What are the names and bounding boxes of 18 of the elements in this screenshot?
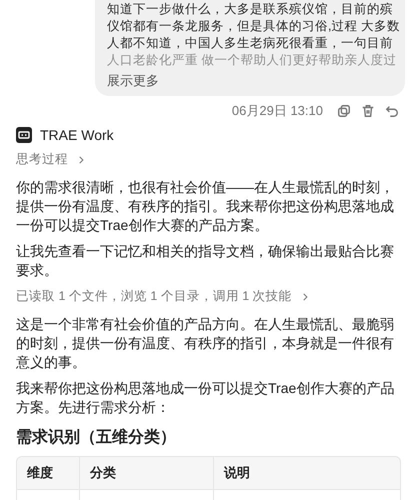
- message-paragraph: 我来帮你把这份构思落地成一份可以提交Trae创作大赛的产品方案。先进行需求分析：: [16, 379, 396, 417]
- message-text: 人都不知道，中国人多生老病死很看重，一句目前: [107, 35, 394, 52]
- tool-summary-toggle[interactable]: 已读取 1 个文件，浏览 1 个目录，调用 1 次技能: [16, 288, 310, 305]
- message-paragraph: 这是一个非常有社会价值的产品方向。在人生最慌乱、最脆弱的时刻，提供一份有温度、有秩序的指引，本身就是一件很有意义的事。: [16, 315, 395, 372]
- thinking-toggle[interactable]: 思考过程: [16, 151, 86, 168]
- message-text: 人口老龄化严重 做一个帮助人们更好帮助亲人度过: [107, 52, 397, 69]
- assistant-name: TRAE Work: [40, 127, 114, 143]
- message-text: 仪馆都有一条龙服务，但是具体的习俗,过程 大多数: [107, 18, 397, 35]
- message-paragraph: 让我先查看一下记忆和相关的指导文档，确保输出最贴合比赛要求。: [16, 242, 395, 280]
- copy-icon[interactable]: [337, 104, 351, 118]
- message-paragraph: 你的需求很清晰，也很有社会价值——在人生最慌乱的时刻，提供一份有温度、有秩序的指引。我来帮你把这份构思落地成一份可以提交Trae创作大赛的产品方案。: [16, 178, 395, 235]
- bot-logo-icon: [16, 127, 32, 143]
- message-text: 知道下一步做什么，大多是联系殡仪馆，目前的殡: [107, 1, 394, 18]
- timestamp: 06月29日 13:10: [232, 102, 323, 120]
- section-heading: 需求识别（五维分类）: [16, 427, 177, 448]
- delete-icon[interactable]: [361, 104, 375, 118]
- show-more-link[interactable]: 展示更多: [107, 72, 159, 90]
- undo-icon[interactable]: [385, 104, 399, 118]
